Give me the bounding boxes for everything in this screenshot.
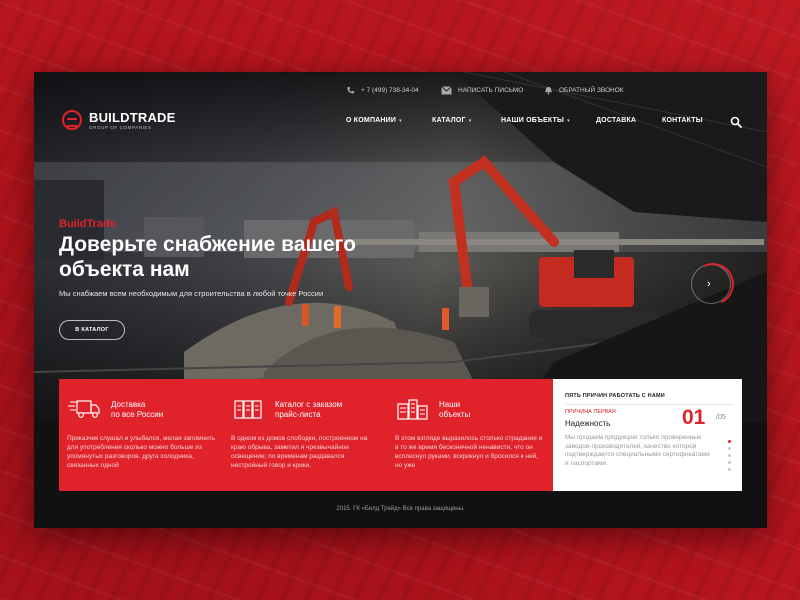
utility-bar: + 7 (499) 738-34-04 НАПИСАТЬ ПИСЬМО ОБРА…: [34, 86, 767, 100]
feature-objects[interactable]: Наши объекты В этом взгляде выразилось с…: [387, 379, 547, 491]
feature-title-line: по все России: [111, 410, 164, 419]
website-frame: + 7 (499) 738-34-04 НАПИСАТЬ ПИСЬМО ОБРА…: [34, 72, 767, 528]
feature-title-line: объекты: [439, 410, 471, 419]
reason-title: Надежность: [565, 419, 611, 428]
pagination-dot[interactable]: [728, 440, 731, 443]
hero-kicker: BuildTrade: [59, 218, 116, 230]
reasons-heading: ПЯТЬ ПРИЧИН РАБОТАТЬ С НАМИ: [565, 393, 665, 399]
feature-title-line: Каталог с заказом: [275, 400, 343, 409]
chevron-down-icon: ▾: [567, 117, 570, 124]
reason-pagination: [728, 440, 732, 475]
feature-title-line: Доставка: [111, 400, 146, 409]
phone-number: + 7 (499) 738-34-04: [361, 87, 419, 94]
pagination-dot[interactable]: [728, 447, 731, 450]
nav-item-about[interactable]: О КОМПАНИИ ▾: [346, 117, 402, 124]
pagination-dot[interactable]: [728, 468, 731, 471]
feature-text: В этом взгляде выразилось столько страда…: [395, 435, 543, 469]
bell-icon: [544, 86, 553, 95]
search-icon[interactable]: [730, 116, 742, 128]
feature-title: Каталог с заказом прайс-листа: [275, 400, 342, 420]
slider-next-button[interactable]: ›: [691, 264, 731, 304]
feature-text: Приказчик слушал и улыбался, желая запом…: [67, 435, 216, 469]
feature-title-line: Наши: [439, 400, 461, 409]
chevron-right-icon: ›: [707, 278, 711, 290]
callback-label: ОБРАТНЫЙ ЗВОНОК: [559, 87, 624, 94]
reason-text: Мы продаем продукцию только проверенных …: [565, 434, 710, 467]
reason-kicker: ПРИЧИНА ПЕРВАЯ: [565, 409, 616, 415]
email-link[interactable]: НАПИСАТЬ ПИСЬМО: [441, 86, 523, 95]
mail-icon: [441, 86, 452, 95]
pagination-dot[interactable]: [728, 454, 731, 457]
nav-item-catalog[interactable]: КАТАЛОГ ▾: [432, 117, 471, 124]
truck-icon: [68, 400, 100, 418]
reasons-card: ПЯТЬ ПРИЧИН РАБОТАТЬ С НАМИ ПРИЧИНА ПЕРВ…: [553, 379, 742, 491]
footer-copyright: 2015. ГК «Билд Трейд» Все права защищены…: [336, 506, 465, 512]
nav-item-objects[interactable]: НАШИ ОБЪЕКТЫ ▾: [501, 117, 570, 124]
logo[interactable]: BUILDTRADE GROUP OF COMPANIES: [62, 110, 176, 130]
nav-item-contacts[interactable]: КОНТАКТЫ: [662, 117, 703, 124]
hero-title: Доверьте снабжение вашего объекта нам: [59, 233, 356, 281]
catalog-icon: [234, 400, 262, 419]
logo-mark-icon: [62, 110, 82, 130]
reason-number: 01: [682, 406, 706, 429]
email-label: НАПИСАТЬ ПИСЬМО: [458, 87, 524, 94]
feature-delivery[interactable]: Доставка по все России Приказчик слушал …: [59, 379, 219, 491]
chevron-down-icon: ▾: [468, 117, 472, 124]
catalog-button[interactable]: В КАТАЛОГ: [59, 320, 125, 340]
nav-label: КАТАЛОГ: [432, 117, 466, 124]
phone-icon: [347, 86, 355, 94]
nav-label: О КОМПАНИИ: [346, 117, 397, 124]
nav-label: НАШИ ОБЪЕКТЫ: [501, 117, 565, 124]
nav-label: КОНТАКТЫ: [662, 117, 703, 124]
feature-title-line: прайс-листа: [275, 410, 321, 419]
feature-text: В одном из домов слободки, построенном н…: [231, 435, 368, 469]
hero-description: Мы снабжаем всем необходимым для строите…: [59, 289, 324, 298]
pagination-dot[interactable]: [728, 461, 731, 464]
buildings-icon: [397, 399, 428, 420]
divider: [565, 404, 732, 405]
feature-title: Наши объекты: [439, 400, 470, 420]
features-panel: Доставка по все России Приказчик слушал …: [59, 379, 553, 491]
chevron-down-icon: ▾: [399, 117, 402, 124]
nav-item-delivery[interactable]: ДОСТАВКА: [596, 117, 636, 124]
logo-tagline: GROUP OF COMPANIES: [89, 124, 152, 130]
phone-link[interactable]: + 7 (499) 738-34-04: [346, 86, 419, 95]
reason-total: /05: [716, 414, 726, 421]
callback-link[interactable]: ОБРАТНЫЙ ЗВОНОК: [544, 86, 624, 95]
nav-label: ДОСТАВКА: [596, 117, 637, 124]
feature-catalog[interactable]: Каталог с заказом прайс-листа В одном из…: [223, 379, 383, 491]
logo-name: BUILDTRADE: [89, 109, 176, 125]
feature-title: Доставка по все России: [111, 400, 163, 420]
